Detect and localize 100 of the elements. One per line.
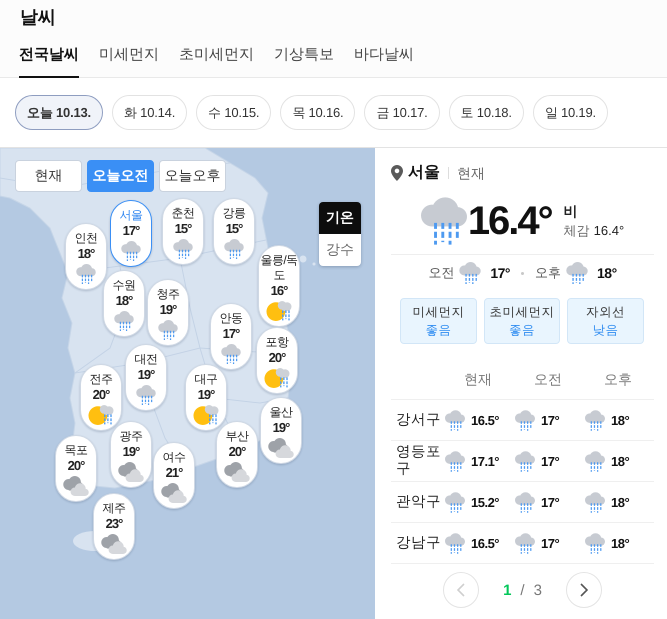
current-temperature: 16.4° [468, 198, 552, 245]
date-chip[interactable]: 수 10.15. [196, 95, 272, 130]
city-temperature: 20° [268, 350, 286, 366]
city-temperature: 19° [272, 420, 290, 436]
city-name: 춘천 [172, 206, 194, 221]
date-chip[interactable]: 화 10.14. [112, 95, 188, 130]
air-quality-value: 낮음 [592, 322, 619, 339]
feels-like-value: 16.4° [594, 222, 624, 240]
air-quality-value: 좋음 [508, 322, 535, 339]
city-temperature: 19° [198, 387, 214, 403]
clouds-icon [161, 483, 187, 503]
air-quality-label: 초미세먼지 [489, 304, 554, 321]
date-chip[interactable]: 토 10.18. [448, 95, 524, 130]
tab[interactable]: 바다날씨 [354, 29, 414, 78]
sun-cloud-rain-icon [264, 368, 290, 388]
temperature-cell: 18° [611, 454, 630, 468]
temperature-cell: 17.1° [471, 454, 500, 468]
layer-toggle-button[interactable]: 강수 [319, 234, 361, 266]
city-marker[interactable]: 울릉/독도 16° [258, 245, 300, 327]
city-temperature: 16° [270, 283, 288, 299]
date-chip[interactable]: 목 10.16. [280, 95, 356, 130]
city-temperature: 20° [68, 458, 84, 474]
city-name: 울산 [270, 405, 292, 420]
temperature-cell: 18° [611, 536, 630, 550]
location-pin-icon [391, 165, 403, 181]
current-page-number: 1 [503, 582, 512, 598]
city-name: 울릉/독도 [259, 253, 299, 283]
city-marker[interactable]: 울산 19° [260, 397, 302, 464]
rain-cloud-icon [445, 532, 465, 554]
city-marker[interactable]: 광주 19° [110, 421, 152, 488]
clouds-icon [118, 462, 144, 482]
weather-condition: 비 [564, 202, 579, 220]
air-quality-label: 자외선 [586, 304, 626, 321]
city-temperature: 17° [122, 223, 140, 239]
tab[interactable]: 기상특보 [274, 29, 334, 78]
next-page-button[interactable] [566, 572, 602, 608]
city-name: 안동 [220, 311, 242, 326]
city-marker[interactable]: 부산 20° [216, 421, 258, 488]
district-name: 관악구 [395, 494, 441, 510]
city-temperature: 23° [106, 516, 122, 532]
rain-cloud-icon [585, 492, 605, 512]
city-temperature: 18° [116, 293, 132, 309]
city-temperature: 21° [166, 465, 182, 481]
temperature-cell: 17° [541, 494, 560, 510]
district-name: 영등포구 [395, 444, 441, 478]
forecast-temperature: 18° [597, 265, 617, 281]
date-chip[interactable]: 일 10.19. [532, 95, 608, 130]
period-toggle-button[interactable]: 오늘오후 [159, 160, 226, 192]
city-name: 청주 [156, 287, 180, 302]
date-chip[interactable]: 금 10.17. [364, 95, 440, 130]
column-header: 현재 [464, 370, 492, 388]
city-name: 부산 [226, 429, 248, 444]
location-name: 서울 [408, 163, 440, 183]
city-marker[interactable]: 포항 20° [256, 327, 298, 394]
rain-cloud-icon [585, 532, 605, 554]
forecast-label: 오후 [535, 264, 561, 282]
period-toggle-button[interactable]: 현재 [15, 160, 82, 192]
city-name: 목포 [64, 443, 88, 458]
city-marker[interactable]: 제주 23° [93, 493, 135, 560]
city-name: 광주 [120, 429, 142, 444]
city-name: 제주 [102, 501, 126, 516]
city-temperature: 15° [174, 221, 192, 237]
air-quality-card[interactable]: 자외선 낮음 [567, 298, 644, 344]
district-name: 강서구 [395, 412, 441, 428]
temperature-cell: 18° [611, 494, 630, 510]
tab[interactable]: 초미세먼지 [179, 29, 254, 78]
city-temperature: 15° [226, 221, 242, 237]
air-quality-card[interactable]: 초미세먼지 좋음 [484, 298, 560, 344]
date-chip[interactable]: 오늘 10.13. [15, 95, 103, 130]
rain-cloud-icon [459, 262, 482, 284]
clouds-icon [101, 534, 127, 554]
clouds-icon [268, 438, 294, 458]
rain-cloud-icon [420, 197, 467, 245]
temperature-cell: 16.5° [471, 412, 500, 428]
city-temperature: 20° [92, 387, 110, 403]
city-marker[interactable]: 여수 21° [153, 442, 195, 509]
temperature-cell: 17° [541, 412, 560, 428]
city-name: 포항 [266, 335, 288, 350]
tab[interactable]: 전국날씨 [19, 29, 79, 78]
clouds-icon [224, 462, 250, 482]
rain-cloud-icon [445, 410, 465, 430]
tab[interactable]: 미세먼지 [99, 29, 159, 78]
rain-cloud-icon [445, 492, 465, 512]
rain-cloud-icon [566, 262, 588, 284]
clouds-icon [63, 476, 89, 496]
dot-icon [521, 272, 524, 274]
rain-cloud-icon [515, 532, 535, 554]
column-header: 오후 [604, 370, 632, 388]
city-temperature: 17° [222, 326, 240, 342]
city-name: 대전 [134, 352, 158, 367]
rain-cloud-icon [585, 450, 605, 472]
air-quality-card[interactable]: 미세먼지 좋음 [400, 298, 477, 344]
city-marker[interactable]: 목포 20° [55, 435, 97, 502]
layer-toggle-button[interactable]: 기온 [319, 202, 361, 234]
city-name: 강릉 [222, 206, 246, 221]
air-quality-label: 미세먼지 [412, 304, 464, 321]
city-temperature: 19° [138, 367, 154, 383]
temperature-cell: 17° [541, 454, 560, 468]
forecast-label: 오전 [428, 264, 454, 282]
rain-cloud-icon [515, 410, 535, 430]
